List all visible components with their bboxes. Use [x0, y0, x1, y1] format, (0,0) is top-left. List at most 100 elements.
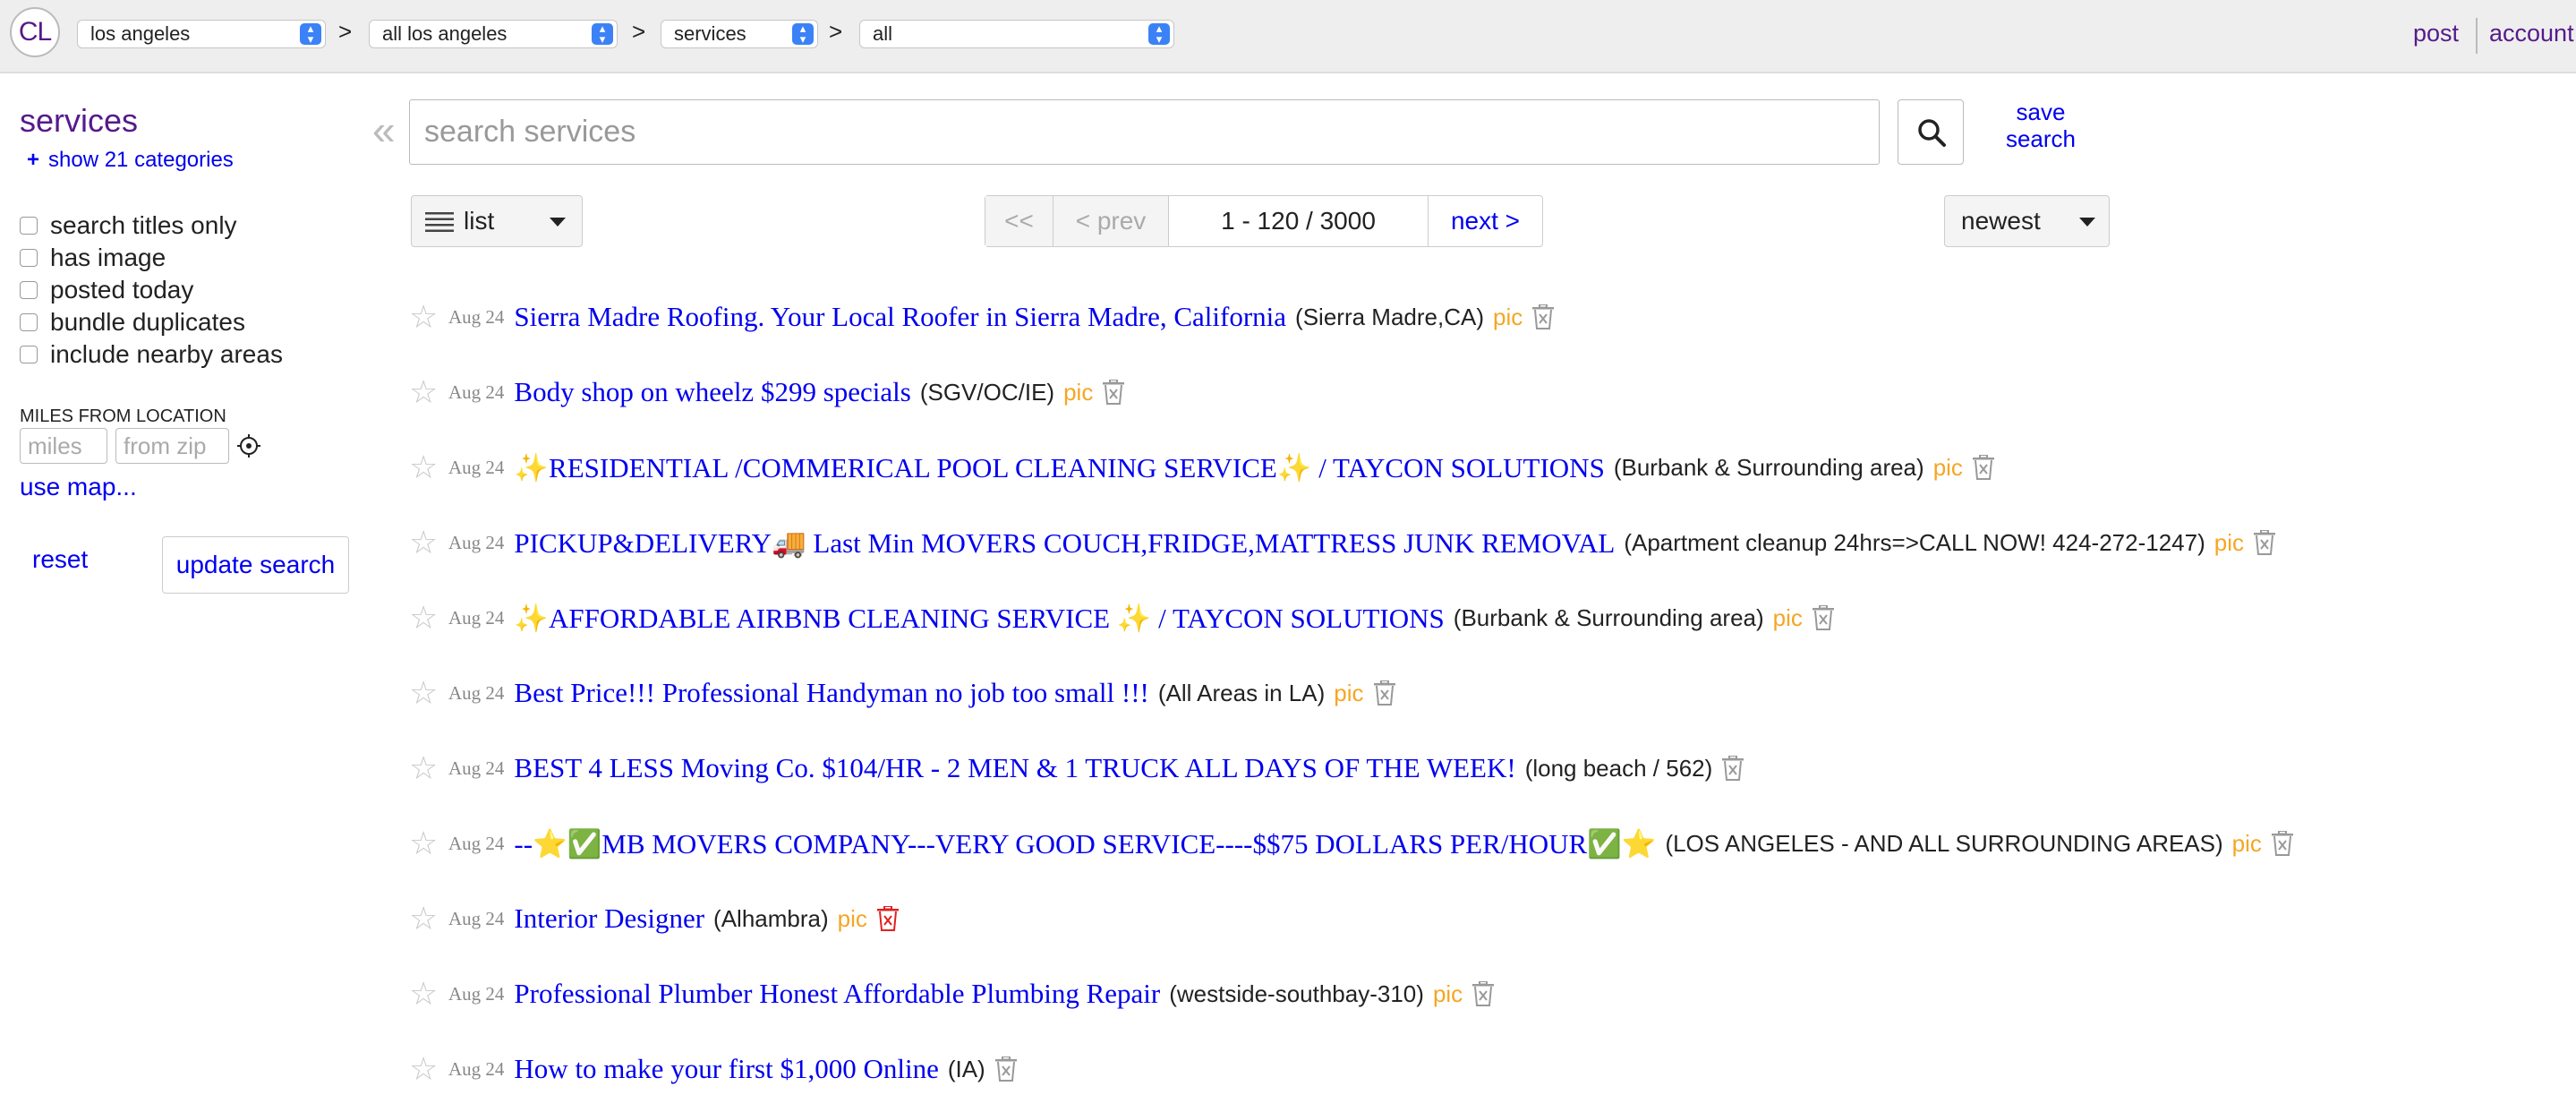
sort-label: newest: [1961, 207, 2041, 235]
hide-posting-trash-icon[interactable]: [1102, 380, 1125, 405]
favorite-star-icon[interactable]: ☆: [409, 451, 447, 483]
breadcrumb-subarea-label: all los angeles: [382, 22, 508, 45]
filter-include-nearby-areas[interactable]: include nearby areas: [20, 340, 283, 369]
result-title-link[interactable]: Body shop on wheelz $299 specials: [514, 376, 910, 408]
top-divider: [2476, 18, 2478, 54]
view-mode-select[interactable]: list: [411, 195, 583, 247]
breadcrumb-separator: >: [632, 18, 646, 45]
favorite-star-icon[interactable]: ☆: [409, 301, 447, 333]
filter-search-titles-only[interactable]: search titles only: [20, 211, 237, 240]
favorite-star-icon[interactable]: ☆: [409, 376, 447, 408]
result-row: ☆ Aug 24 Professional Plumber Honest Affor…: [409, 971, 1495, 1016]
checkbox[interactable]: [20, 249, 38, 267]
hide-posting-trash-icon[interactable]: [1531, 304, 1555, 329]
show-categories-label: show 21 categories: [48, 148, 234, 172]
search-input[interactable]: search services: [409, 99, 1880, 165]
favorite-star-icon[interactable]: ☆: [409, 902, 447, 935]
result-date: Aug 24: [448, 681, 505, 704]
favorite-star-icon[interactable]: ☆: [409, 752, 447, 784]
result-title-link[interactable]: ✨AFFORDABLE AIRBNB CLEANING SERVICE ✨ / …: [514, 602, 1444, 635]
post-link[interactable]: post: [2413, 20, 2459, 47]
result-date: Aug 24: [448, 531, 505, 553]
favorite-star-icon[interactable]: ☆: [409, 1053, 447, 1085]
hide-posting-trash-icon[interactable]: [1373, 680, 1396, 706]
result-title-link[interactable]: Sierra Madre Roofing. Your Local Roofer …: [514, 301, 1286, 333]
hide-posting-trash-icon[interactable]: [876, 906, 900, 931]
result-date: Aug 24: [448, 1057, 505, 1080]
favorite-star-icon[interactable]: ☆: [409, 827, 447, 860]
locate-crosshair-icon[interactable]: [236, 433, 261, 458]
result-row: ☆ Aug 24 ✨AFFORDABLE AIRBNB CLEANING SERVI…: [409, 595, 1835, 640]
breadcrumb-subcategory-select[interactable]: all ▴ ▾: [859, 20, 1174, 48]
account-link[interactable]: account: [2489, 20, 2574, 47]
select-arrows-icon: ▴ ▾: [592, 22, 613, 45]
result-row: ☆ Aug 24 BEST 4 LESS Moving Co. $104/HR - …: [409, 746, 1744, 791]
collapse-sidebar-icon[interactable]: «: [372, 109, 396, 150]
select-arrows-icon: ▴ ▾: [1148, 22, 1170, 45]
result-location: (Burbank & Surrounding area): [1453, 603, 1764, 631]
craigslist-logo[interactable]: CL: [10, 7, 60, 57]
next-page-button[interactable]: next >: [1429, 196, 1542, 246]
result-location: (SGV/OC/IE): [919, 378, 1055, 406]
hide-posting-trash-icon[interactable]: [2253, 530, 2276, 555]
reset-link[interactable]: reset: [32, 545, 88, 574]
breadcrumb-category-label: services: [674, 22, 746, 45]
show-categories-link[interactable]: + show 21 categories: [27, 148, 234, 173]
result-date: Aug 24: [448, 832, 505, 854]
result-title-link[interactable]: ✨RESIDENTIAL /COMMERICAL POOL CLEANING S…: [514, 451, 1604, 484]
result-date: Aug 24: [448, 305, 505, 328]
result-pic-tag: pic: [1432, 979, 1463, 1007]
favorite-star-icon[interactable]: ☆: [409, 602, 447, 634]
result-title-link[interactable]: Best Price!!! Professional Handyman no j…: [514, 677, 1148, 709]
filter-bundle-duplicates[interactable]: bundle duplicates: [20, 308, 245, 337]
result-date: Aug 24: [448, 907, 505, 929]
result-title-link[interactable]: --⭐✅MB MOVERS COMPANY---VERY GOOD SERVIC…: [514, 827, 1656, 860]
breadcrumb-category-select[interactable]: services ▴ ▾: [661, 20, 818, 48]
sort-select[interactable]: newest: [1944, 195, 2110, 247]
checkbox[interactable]: [20, 281, 38, 299]
result-date: Aug 24: [448, 982, 505, 1005]
result-title-link[interactable]: PICKUP&DELIVERY🚚 Last Min MOVERS COUCH,F…: [514, 526, 1615, 560]
update-search-button[interactable]: update search: [162, 536, 349, 594]
filter-posted-today[interactable]: posted today: [20, 276, 193, 304]
first-page-button[interactable]: <<: [985, 196, 1053, 246]
hide-posting-trash-icon[interactable]: [1721, 756, 1744, 781]
miles-input[interactable]: miles: [20, 428, 107, 464]
result-range: 1 - 120 / 3000: [1169, 196, 1429, 246]
plus-icon: +: [27, 148, 40, 172]
hide-posting-trash-icon[interactable]: [1471, 981, 1495, 1006]
favorite-star-icon[interactable]: ☆: [409, 526, 447, 559]
select-arrows-icon: ▴ ▾: [300, 22, 321, 45]
result-pic-tag: pic: [2231, 829, 2262, 857]
result-title-link[interactable]: How to make your first $1,000 Online: [514, 1053, 938, 1085]
result-pic-tag: pic: [1772, 603, 1803, 631]
result-location: (Sierra Madre,CA): [1295, 303, 1484, 330]
hide-posting-trash-icon[interactable]: [1972, 455, 1995, 480]
hide-posting-trash-icon[interactable]: [1812, 605, 1835, 630]
result-title-link[interactable]: Interior Designer: [514, 902, 704, 935]
use-map-link[interactable]: use map...: [20, 473, 137, 501]
filter-label: posted today: [50, 276, 194, 304]
favorite-star-icon[interactable]: ☆: [409, 978, 447, 1010]
checkbox[interactable]: [20, 346, 38, 364]
zip-input[interactable]: from zip: [115, 428, 229, 464]
hide-posting-trash-icon[interactable]: [2271, 831, 2294, 856]
result-row: ☆ Aug 24 Body shop on wheelz $299 specials…: [409, 370, 1125, 415]
checkbox[interactable]: [20, 313, 38, 331]
category-title[interactable]: services: [20, 102, 138, 140]
result-title-link[interactable]: BEST 4 LESS Moving Co. $104/HR - 2 MEN &…: [514, 752, 1515, 784]
hide-posting-trash-icon[interactable]: [994, 1056, 1018, 1082]
miles-from-location-label: MILES FROM LOCATION: [20, 406, 226, 426]
favorite-star-icon[interactable]: ☆: [409, 677, 447, 709]
prev-page-button[interactable]: < prev: [1053, 196, 1169, 246]
filter-has-image[interactable]: has image: [20, 244, 166, 272]
result-title-link[interactable]: Professional Plumber Honest Affordable P…: [514, 978, 1160, 1010]
save-search-link[interactable]: save search: [1989, 98, 2093, 152]
search-button[interactable]: [1898, 99, 1964, 165]
result-location: (LOS ANGELES - AND ALL SURROUNDING AREAS…: [1665, 829, 2223, 857]
breadcrumb-subarea-select[interactable]: all los angeles ▴ ▾: [369, 20, 618, 48]
checkbox[interactable]: [20, 217, 38, 235]
result-row: ☆ Aug 24 PICKUP&DELIVERY🚚 Last Min MOVERS …: [409, 520, 2276, 565]
breadcrumb-area-select[interactable]: los angeles ▴ ▾: [77, 20, 326, 48]
result-date: Aug 24: [448, 757, 505, 779]
